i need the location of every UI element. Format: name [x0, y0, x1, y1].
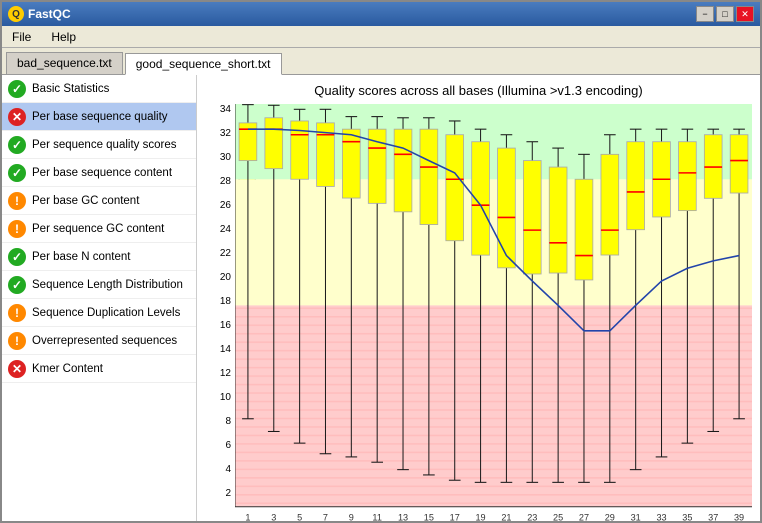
main-chart-area: Quality scores across all bases (Illumin… [197, 75, 760, 521]
status-icon-overrep: ! [8, 332, 26, 350]
svg-text:25: 25 [553, 512, 563, 521]
status-icon-seq-length: ✓ [8, 276, 26, 294]
main-window: Q FastQC − □ ✕ File Help bad_sequence.tx… [0, 0, 762, 523]
svg-text:19: 19 [475, 512, 485, 521]
sidebar-item-per-base-content[interactable]: ✓ Per base sequence content [2, 159, 196, 187]
tab-bad-sequence[interactable]: bad_sequence.txt [6, 52, 123, 74]
status-icon-per-base-content: ✓ [8, 164, 26, 182]
sidebar-item-per-base-seq-quality[interactable]: ✕ Per base sequence quality [2, 103, 196, 131]
menu-file[interactable]: File [6, 28, 37, 46]
status-icon-per-seq-quality: ✓ [8, 136, 26, 154]
status-icon-basic-stats: ✓ [8, 80, 26, 98]
svg-text:5: 5 [297, 512, 302, 521]
status-icon-per-seq-gc: ! [8, 220, 26, 238]
close-button[interactable]: ✕ [736, 6, 754, 22]
status-icon-per-base-gc: ! [8, 192, 26, 210]
title-bar-left: Q FastQC [8, 6, 71, 22]
svg-text:31: 31 [631, 512, 641, 521]
maximize-button[interactable]: □ [716, 6, 734, 22]
svg-text:11: 11 [372, 512, 381, 521]
chart-wrapper: 34 32 30 28 26 24 22 20 18 16 14 12 10 8… [205, 104, 752, 521]
svg-text:9: 9 [349, 512, 354, 521]
sidebar-item-per-seq-quality[interactable]: ✓ Per sequence quality scores [2, 131, 196, 159]
status-icon-seq-dup: ! [8, 304, 26, 322]
sidebar-item-per-base-n[interactable]: ✓ Per base N content [2, 243, 196, 271]
sidebar-label-seq-dup: Sequence Duplication Levels [32, 307, 180, 319]
sidebar-item-overrep[interactable]: ! Overrepresented sequences [2, 327, 196, 355]
svg-text:33: 33 [656, 512, 666, 521]
sidebar-item-per-seq-gc[interactable]: ! Per sequence GC content [2, 215, 196, 243]
title-bar: Q FastQC − □ ✕ [2, 2, 760, 26]
sidebar-label-per-base-content: Per base sequence content [32, 167, 172, 179]
sidebar: ✓ Basic Statistics ✕ Per base sequence q… [2, 75, 197, 521]
app-icon: Q [8, 6, 24, 22]
svg-text:7: 7 [323, 512, 328, 521]
svg-text:27: 27 [579, 512, 589, 521]
sidebar-label-overrep: Overrepresented sequences [32, 335, 177, 347]
sidebar-item-seq-length[interactable]: ✓ Sequence Length Distribution [2, 271, 196, 299]
sidebar-label-per-seq-quality: Per sequence quality scores [32, 139, 176, 151]
sidebar-label-per-seq-gc: Per sequence GC content [32, 223, 164, 235]
content-area: ✓ Basic Statistics ✕ Per base sequence q… [2, 74, 760, 521]
sidebar-item-per-base-gc[interactable]: ! Per base GC content [2, 187, 196, 215]
svg-text:37: 37 [708, 512, 718, 521]
svg-text:3: 3 [271, 512, 276, 521]
chart-inner: 1 3 5 7 9 11 13 15 17 19 21 23 25 27 [235, 104, 752, 521]
sidebar-item-basic-statistics[interactable]: ✓ Basic Statistics [2, 75, 196, 103]
sidebar-label-per-base-n: Per base N content [32, 251, 130, 263]
svg-text:13: 13 [398, 512, 408, 521]
status-icon-per-base-n: ✓ [8, 248, 26, 266]
chart-title: Quality scores across all bases (Illumin… [205, 83, 752, 98]
svg-text:1: 1 [245, 512, 250, 521]
svg-text:21: 21 [501, 512, 511, 521]
svg-text:15: 15 [424, 512, 434, 521]
svg-text:39: 39 [734, 512, 744, 521]
minimize-button[interactable]: − [696, 6, 714, 22]
menu-help[interactable]: Help [45, 28, 82, 46]
sidebar-item-kmer[interactable]: ✕ Kmer Content [2, 355, 196, 383]
menu-bar: File Help [2, 26, 760, 48]
svg-text:23: 23 [527, 512, 537, 521]
status-icon-kmer: ✕ [8, 360, 26, 378]
tabs-bar: bad_sequence.txt good_sequence_short.txt [2, 48, 760, 74]
chart-svg-main: 1 3 5 7 9 11 13 15 17 19 21 23 25 27 [235, 104, 752, 521]
window-title: FastQC [28, 7, 71, 21]
title-buttons: − □ ✕ [696, 6, 754, 22]
svg-text:35: 35 [682, 512, 692, 521]
sidebar-label-basic-stats: Basic Statistics [32, 83, 109, 95]
sidebar-label-per-base-gc: Per base GC content [32, 195, 139, 207]
svg-text:17: 17 [450, 512, 460, 521]
tab-good-sequence[interactable]: good_sequence_short.txt [125, 53, 282, 75]
sidebar-label-seq-length: Sequence Length Distribution [32, 279, 183, 291]
sidebar-label-kmer: Kmer Content [32, 363, 103, 375]
y-axis: 34 32 30 28 26 24 22 20 18 16 14 12 10 8… [205, 104, 235, 521]
svg-text:29: 29 [605, 512, 615, 521]
sidebar-item-seq-dup[interactable]: ! Sequence Duplication Levels [2, 299, 196, 327]
status-icon-per-base-seq: ✕ [8, 108, 26, 126]
sidebar-label-per-base-seq: Per base sequence quality [32, 111, 168, 123]
